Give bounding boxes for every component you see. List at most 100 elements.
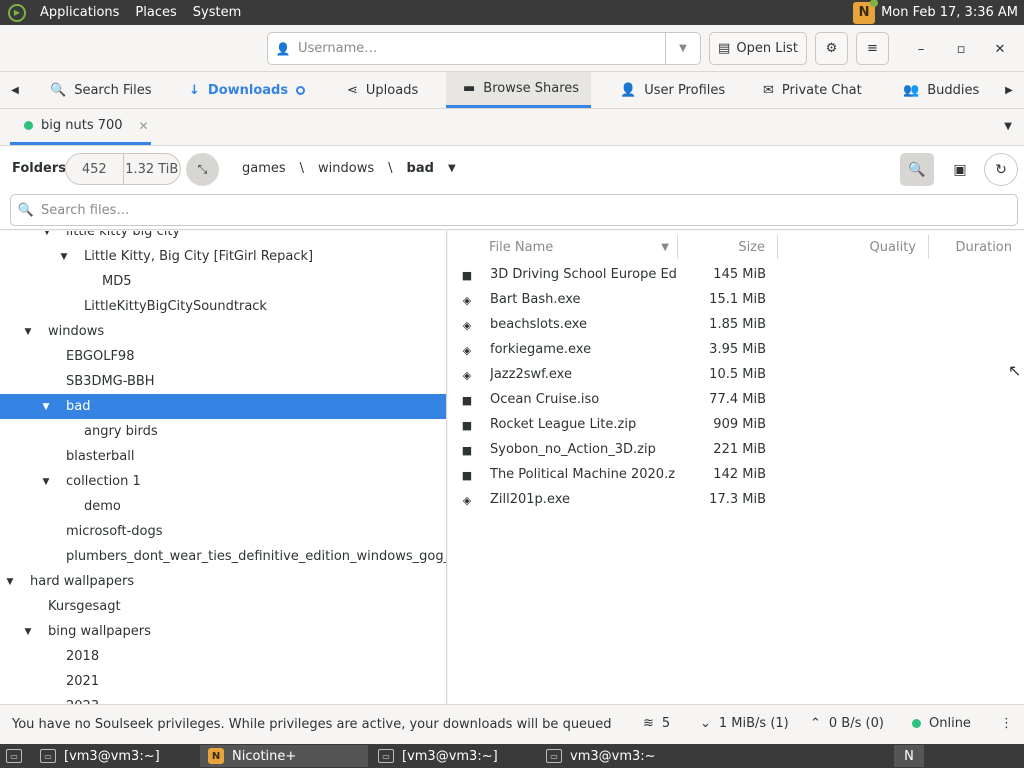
upload-speed-indicator[interactable]: ⌃ 0 B/s (0) xyxy=(810,716,884,731)
tab-label: Buddies xyxy=(927,82,980,98)
clock[interactable]: Mon Feb 17, 3:36 AM xyxy=(881,5,1018,20)
breadcrumb-item[interactable]: games xyxy=(242,161,286,176)
tree-row[interactable]: EBGOLF98 xyxy=(0,344,446,369)
column-separator[interactable] xyxy=(928,235,929,259)
chevron-down-icon[interactable]: ▼ xyxy=(448,163,456,174)
open-list-label: Open List xyxy=(736,41,798,56)
tree-row[interactable]: LittleKittyBigCitySoundtrack xyxy=(0,294,446,319)
search-toggle-button[interactable]: 🔍 xyxy=(900,153,934,186)
expander-icon[interactable]: ▼ xyxy=(4,577,16,587)
main-tab-bar: ◀ 🔍 Search Files ↓ Downloads ⋖ Uploads ▬… xyxy=(0,72,1024,109)
file-row[interactable]: ◈ beachslots.exe 1.85 MiB xyxy=(448,313,1024,338)
tree-row[interactable]: ▼ hard wallpapers xyxy=(0,569,446,594)
maximize-button[interactable]: ▫ xyxy=(949,37,973,61)
download-speed-indicator[interactable]: ⌄ 1 MiB/s (1) xyxy=(700,716,789,731)
privileges-message[interactable]: You have no Soulseek privileges. While p… xyxy=(12,717,612,732)
taskbar-item[interactable]: ▭ [vm3@vm3:~] xyxy=(32,745,197,767)
tree-row[interactable]: ▼ collection 1 xyxy=(0,469,446,494)
tab-user-profiles[interactable]: 👤 User Profiles xyxy=(620,72,725,108)
file-search-input[interactable] xyxy=(41,202,1017,218)
file-row[interactable]: ◈ Bart Bash.exe 15.1 MiB xyxy=(448,288,1024,313)
tree-row[interactable]: ▼ little kitty big city xyxy=(0,231,446,244)
tree-row[interactable]: Kursgesagt xyxy=(0,594,446,619)
nicotine-tray-icon[interactable]: N xyxy=(853,0,879,24)
expander-icon[interactable]: ▼ xyxy=(22,327,34,337)
breadcrumb-current[interactable]: bad xyxy=(407,161,434,176)
expander-icon[interactable]: ▼ xyxy=(41,231,53,237)
applications-menu[interactable]: Applications xyxy=(32,5,127,20)
close-button[interactable]: ✕ xyxy=(988,37,1012,61)
online-status[interactable]: Online xyxy=(912,716,971,731)
close-tab-icon[interactable]: ✕ xyxy=(139,119,149,133)
expander-icon[interactable]: ▼ xyxy=(58,252,70,262)
tabs-scroll-left-icon[interactable]: ◀ xyxy=(0,72,30,108)
file-row[interactable]: ◈ Zill201p.exe 17.3 MiB xyxy=(448,488,1024,513)
taskbar-tray[interactable]: N xyxy=(894,745,924,767)
column-separator[interactable] xyxy=(677,235,678,259)
tab-browse-shares[interactable]: ▬ Browse Shares xyxy=(446,72,591,108)
username-input[interactable] xyxy=(298,41,665,56)
file-row[interactable]: ■ Ocean Cruise.iso 77.4 MiB xyxy=(448,388,1024,413)
file-size: 145 MiB xyxy=(713,267,766,282)
column-separator[interactable] xyxy=(777,235,778,259)
tab-search-files[interactable]: 🔍 Search Files xyxy=(50,72,152,108)
file-row[interactable]: ■ Syobon_no_Action_3D.zip 221 MiB xyxy=(448,438,1024,463)
main-menu-button[interactable]: ≡ xyxy=(856,32,889,65)
tabs-scroll-right-icon[interactable]: ▶ xyxy=(994,72,1024,108)
connections-indicator[interactable]: ≋ 5 xyxy=(643,716,670,731)
file-search-row: 🔍 xyxy=(0,192,1024,230)
tab-downloads[interactable]: ↓ Downloads xyxy=(189,72,306,108)
status-menu-button[interactable]: ⋮ xyxy=(1000,716,1013,731)
minimize-button[interactable]: – xyxy=(909,37,933,61)
expander-icon[interactable]: ▼ xyxy=(40,402,52,412)
tab-uploads[interactable]: ⋖ Uploads xyxy=(347,72,418,108)
distro-logo-icon[interactable]: ▶ xyxy=(8,3,26,22)
expander-icon[interactable]: ▼ xyxy=(22,627,34,637)
tree-row[interactable]: 2023 xyxy=(0,694,446,704)
tree-row[interactable]: plumbers_dont_wear_ties_definitive_editi… xyxy=(0,544,446,569)
tab-buddies[interactable]: 👥 Buddies xyxy=(903,72,979,108)
user-tab[interactable]: big nuts 700 ✕ xyxy=(10,109,151,145)
breadcrumb-item[interactable]: windows xyxy=(318,161,374,176)
system-menu[interactable]: System xyxy=(185,5,249,20)
tree-row[interactable]: demo xyxy=(0,494,446,519)
file-row[interactable]: ■ The Political Machine 2020.zip 142 MiB xyxy=(448,463,1024,488)
taskbar-item[interactable]: ▭ [vm3@vm3:~] xyxy=(370,745,535,767)
tree-row[interactable]: 2021 xyxy=(0,669,446,694)
column-header-file-name[interactable]: File Name ▼ xyxy=(489,231,679,263)
tab-list-chevron-icon[interactable]: ▼ xyxy=(1004,121,1012,132)
taskbar-item-active[interactable]: N Nicotine+ xyxy=(200,745,368,767)
file-row[interactable]: ◈ Jazz2swf.exe 10.5 MiB xyxy=(448,363,1024,388)
tree-row[interactable]: angry birds xyxy=(0,419,446,444)
tree-row[interactable]: blasterball xyxy=(0,444,446,469)
save-button[interactable]: ▣ xyxy=(943,153,977,186)
column-header-size[interactable]: Size xyxy=(679,231,765,263)
file-row[interactable]: ◈ forkiegame.exe 3.95 MiB xyxy=(448,338,1024,363)
column-header-duration[interactable]: Duration xyxy=(930,231,1012,263)
file-row[interactable]: ■ Rocket League Lite.zip 909 MiB xyxy=(448,413,1024,438)
chevron-down-icon[interactable]: ▼ xyxy=(665,33,700,64)
refresh-icon: ↻ xyxy=(995,161,1007,178)
refresh-button[interactable]: ↻ xyxy=(984,153,1018,186)
tree-row[interactable]: microsoft-dogs xyxy=(0,519,446,544)
expander-icon[interactable]: ▼ xyxy=(40,477,52,487)
tree-row-selected[interactable]: ▼ bad xyxy=(0,394,446,419)
tree-row[interactable]: MD5 xyxy=(0,269,446,294)
places-menu[interactable]: Places xyxy=(127,5,184,20)
preferences-button[interactable]: ⚙ xyxy=(815,32,848,65)
online-status-icon xyxy=(912,719,921,728)
column-header-quality[interactable]: Quality xyxy=(779,231,916,263)
tree-row[interactable]: SB3DMG-BBH xyxy=(0,369,446,394)
tree-row[interactable]: ▼ bing wallpapers xyxy=(0,619,446,644)
tab-private-chat[interactable]: ✉ Private Chat xyxy=(763,72,862,108)
open-list-button[interactable]: ▤ Open List xyxy=(709,32,807,65)
file-row[interactable]: ■ 3D Driving School Europe Editic 145 Mi… xyxy=(448,263,1024,288)
show-desktop-button[interactable]: ▭ xyxy=(2,745,30,767)
tree-row[interactable]: 2018 xyxy=(0,644,446,669)
tree-row[interactable]: ▼ windows xyxy=(0,319,446,344)
tree-row[interactable]: ▼ Little Kitty, Big City [FitGirl Repack… xyxy=(0,244,446,269)
collapse-all-button[interactable]: ⤡ xyxy=(186,153,219,186)
taskbar-item[interactable]: ▭ vm3@vm3:~ xyxy=(538,745,703,767)
file-size: 15.1 MiB xyxy=(709,292,766,307)
file-name: Syobon_no_Action_3D.zip xyxy=(490,442,656,457)
